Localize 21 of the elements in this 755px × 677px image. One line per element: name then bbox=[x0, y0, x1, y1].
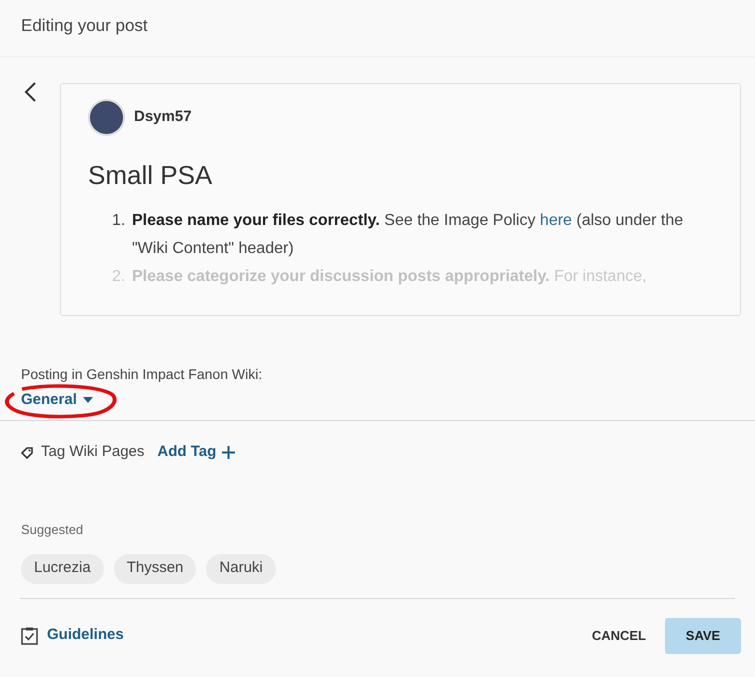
policy-link[interactable]: here bbox=[540, 212, 572, 229]
post-title: Small PSA bbox=[88, 159, 212, 192]
author-name: Dsym57 bbox=[134, 107, 192, 128]
posting-in-label: Posting in Genshin Impact Fanon Wiki: bbox=[21, 365, 262, 384]
guidelines-link[interactable]: Guidelines bbox=[47, 624, 124, 647]
tag-wiki-pages-label: Tag Wiki Pages bbox=[41, 442, 144, 462]
caret-icon bbox=[82, 397, 93, 404]
cancel-button[interactable]: CANCEL bbox=[592, 626, 646, 646]
category-dropdown[interactable]: General bbox=[21, 389, 93, 412]
suggested-tag-chip[interactable]: Thyssen bbox=[114, 554, 196, 584]
add-tag-button[interactable]: Add Tag bbox=[157, 441, 236, 464]
save-button[interactable]: SAVE bbox=[665, 618, 741, 654]
avatar bbox=[88, 99, 125, 136]
page-title: Editing your post bbox=[21, 15, 148, 37]
suggested-tag-chip[interactable]: Lucrezia bbox=[21, 554, 104, 584]
plus-icon bbox=[222, 446, 236, 459]
tag-icon bbox=[21, 446, 34, 459]
suggested-label: Suggested bbox=[21, 520, 84, 539]
clipboard-check-icon bbox=[21, 626, 38, 644]
suggested-tag-chip[interactable]: Naruki bbox=[206, 554, 276, 584]
list-item: 1. Please name your files correctly. See the Image Policy here (also under the "Wiki Content" header) bbox=[112, 211, 684, 259]
